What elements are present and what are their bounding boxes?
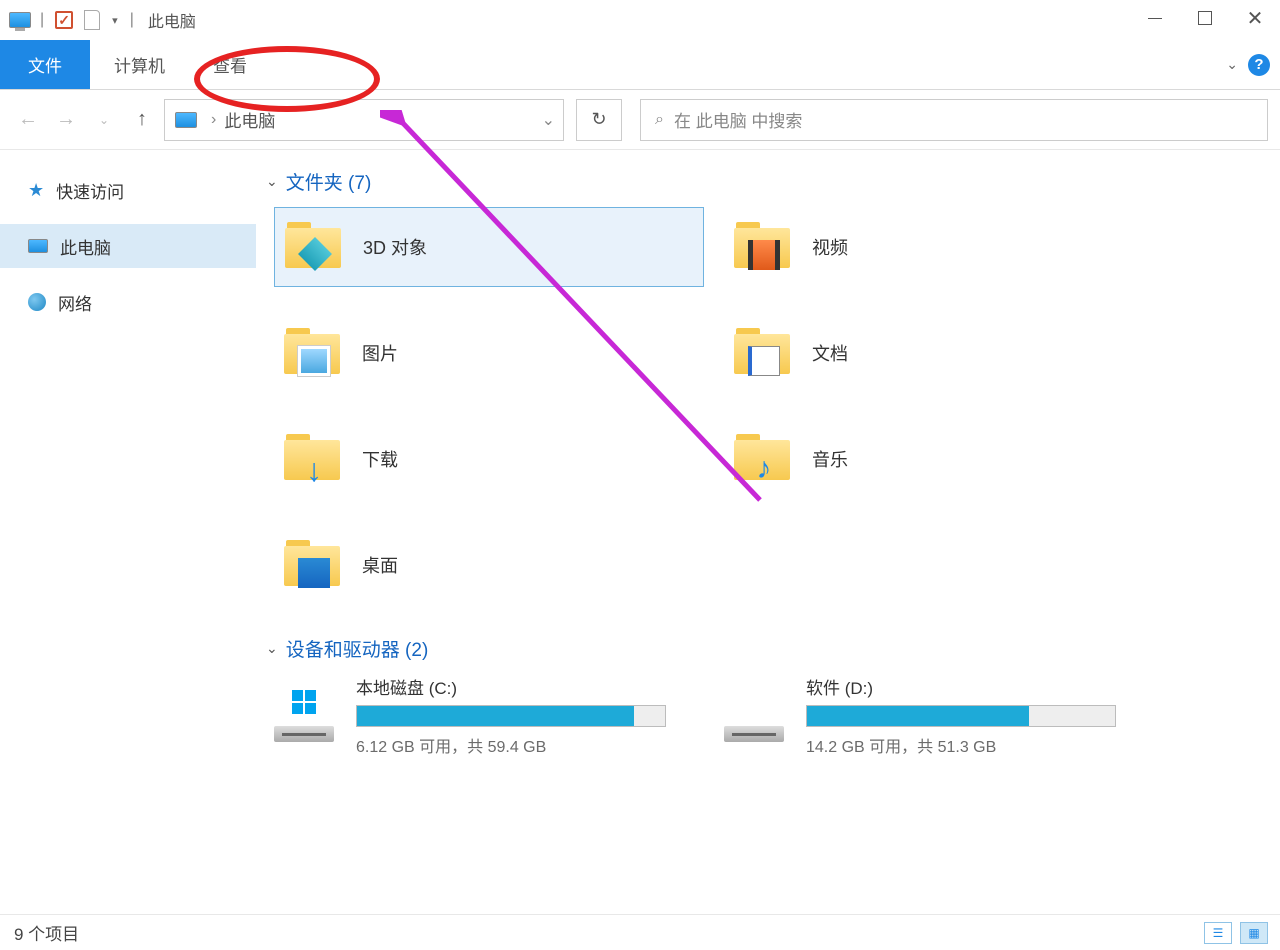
tab-view[interactable]: 查看: [189, 40, 271, 89]
drive-usage-bar: [356, 705, 666, 727]
sidebar-label: 快速访问: [56, 178, 124, 203]
folder-item-downloads[interactable]: ↓ 下载: [274, 419, 704, 499]
folder-label: 文档: [812, 340, 848, 366]
group-count: 7: [354, 173, 365, 194]
search-input[interactable]: ⌕ 在 此电脑 中搜索: [640, 99, 1268, 141]
folder-item-music[interactable]: ♪ 音乐: [724, 419, 1154, 499]
folder-label: 桌面: [362, 552, 398, 578]
folder-label: 音乐: [812, 446, 848, 472]
minimize-button[interactable]: [1130, 0, 1180, 36]
drive-usage-bar: [806, 705, 1116, 727]
folder-item-videos[interactable]: 视频: [724, 207, 1154, 287]
sidebar-item-this-pc[interactable]: 此电脑: [0, 224, 256, 268]
quick-access-toolbar: | ✓ ▾ | 此电脑: [8, 8, 196, 32]
collapse-icon: ⌄: [266, 640, 278, 657]
location-icon: [175, 112, 197, 128]
separator: |: [126, 11, 138, 29]
help-icon[interactable]: ?: [1248, 54, 1270, 76]
address-bar[interactable]: › 此电脑 ⌄: [164, 99, 564, 141]
close-button[interactable]: ✕: [1230, 0, 1280, 36]
sidebar-label: 此电脑: [60, 234, 111, 259]
content-area: ⌄ 文件夹 (7) 3D 对象 视频 图片 文档 ↓ 下载: [256, 150, 1280, 914]
sidebar-label: 网络: [58, 290, 92, 315]
drive-name: 软件 (D:): [806, 674, 1154, 699]
navigation-pane: ★ 快速访问 此电脑 网络: [0, 150, 256, 914]
ribbon-tabs: 文件 计算机 查看 ⌄ ?: [0, 40, 1280, 90]
new-folder-icon[interactable]: [80, 8, 104, 32]
drive-item-d[interactable]: 软件 (D:) 14.2 GB 可用，共 51.3 GB: [724, 674, 1154, 757]
title-bar: | ✓ ▾ | 此电脑 ✕: [0, 0, 1280, 40]
folder-videos-icon: [734, 222, 794, 272]
drive-fill-c: [357, 706, 634, 726]
drive-fill-d: [807, 706, 1029, 726]
search-placeholder: 在 此电脑 中搜索: [674, 107, 802, 132]
breadcrumb-separator-icon: ›: [211, 111, 216, 129]
folder-documents-icon: [734, 328, 794, 378]
group-label: 文件夹: [286, 173, 343, 194]
drive-name: 本地磁盘 (C:): [356, 674, 704, 699]
search-icon: ⌕: [655, 111, 664, 129]
star-icon: ★: [28, 180, 44, 201]
folder-label: 3D 对象: [363, 234, 427, 260]
back-button[interactable]: ←: [12, 104, 44, 136]
folder-desktop-icon: [284, 540, 344, 590]
folder-music-icon: ♪: [734, 434, 794, 484]
folder-item-pictures[interactable]: 图片: [274, 313, 704, 393]
folder-item-desktop[interactable]: 桌面: [274, 525, 704, 605]
drive-c-icon: [274, 690, 338, 746]
folder-pictures-icon: [284, 328, 344, 378]
drive-item-c[interactable]: 本地磁盘 (C:) 6.12 GB 可用，共 59.4 GB: [274, 674, 704, 757]
network-icon: [28, 293, 46, 311]
folder-label: 图片: [362, 340, 398, 366]
folder-3d-icon: [285, 222, 345, 272]
folder-downloads-icon: ↓: [284, 434, 344, 484]
breadcrumb-location[interactable]: 此电脑: [224, 107, 275, 132]
folder-item-documents[interactable]: 文档: [724, 313, 1154, 393]
folder-item-3d-objects[interactable]: 3D 对象: [274, 207, 704, 287]
navigation-toolbar: ← → ⌄ ↑ › 此电脑 ⌄ ↻ ⌕ 在 此电脑 中搜索: [0, 90, 1280, 150]
drive-d-icon: [724, 690, 788, 746]
sidebar-item-network[interactable]: 网络: [0, 280, 256, 324]
tab-computer[interactable]: 计算机: [90, 40, 189, 89]
group-header-folders[interactable]: ⌄ 文件夹 (7): [266, 168, 1260, 195]
window-title: 此电脑: [148, 8, 196, 32]
maximize-button[interactable]: [1180, 0, 1230, 36]
details-view-button[interactable]: ☰: [1204, 922, 1232, 944]
recent-dropdown-icon[interactable]: ⌄: [88, 104, 120, 136]
qat-dropdown-icon[interactable]: ▾: [108, 14, 122, 27]
icons-view-button[interactable]: ▦: [1240, 922, 1268, 944]
collapse-icon: ⌄: [266, 173, 278, 190]
drive-free-text: 6.12 GB 可用，共 59.4 GB: [356, 733, 704, 757]
group-label: 设备和驱动器: [286, 640, 400, 661]
refresh-button[interactable]: ↻: [576, 99, 622, 141]
this-pc-icon[interactable]: [8, 8, 32, 32]
group-header-devices[interactable]: ⌄ 设备和驱动器 (2): [266, 635, 1260, 662]
folder-label: 视频: [812, 234, 848, 260]
minimize-ribbon-icon[interactable]: ⌄: [1226, 56, 1238, 73]
up-button[interactable]: ↑: [126, 104, 158, 136]
address-dropdown-icon[interactable]: ⌄: [542, 110, 555, 130]
separator: |: [36, 11, 48, 29]
monitor-icon: [28, 239, 48, 253]
folder-label: 下载: [362, 446, 398, 472]
group-count: 2: [411, 640, 422, 661]
status-bar: 9 个项目 ☰ ▦: [0, 914, 1280, 950]
tab-file[interactable]: 文件: [0, 40, 90, 89]
properties-icon[interactable]: ✓: [52, 8, 76, 32]
sidebar-item-quick-access[interactable]: ★ 快速访问: [0, 168, 256, 212]
forward-button[interactable]: →: [50, 104, 82, 136]
item-count: 9 个项目: [14, 920, 79, 945]
drive-free-text: 14.2 GB 可用，共 51.3 GB: [806, 733, 1154, 757]
